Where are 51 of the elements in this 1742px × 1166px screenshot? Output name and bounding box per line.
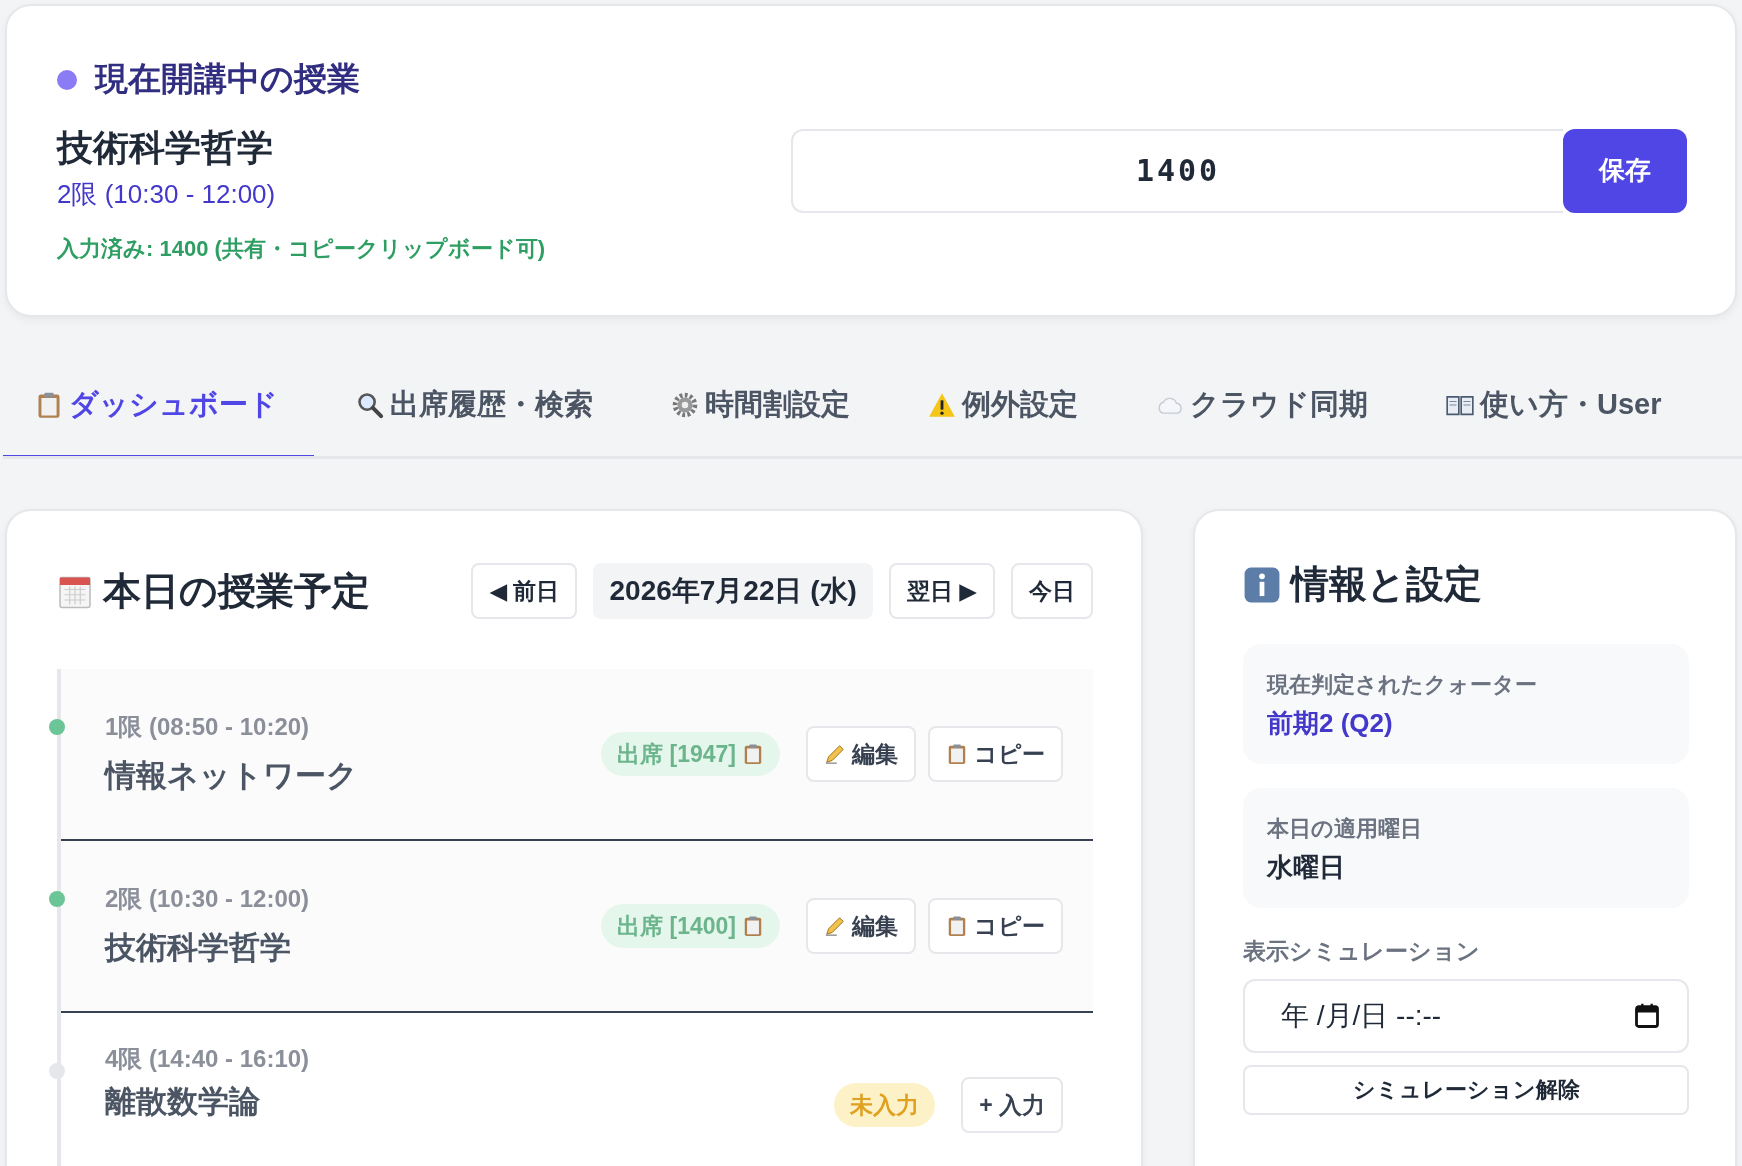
saved-note: 入力済み: 1400 (共有・コピークリップボード可) [57, 235, 546, 263]
clipboard-icon [742, 743, 764, 765]
class-period: 4限 (14:40 - 16:10) [105, 1044, 310, 1074]
section-title: 現在開講中の授業 [95, 59, 360, 99]
settings-icon [671, 391, 699, 419]
period-time: 2限 (10:30 - 12:00) [57, 178, 277, 211]
calendar-icon[interactable] [1633, 1002, 1661, 1030]
today-button[interactable]: 今日 [1011, 563, 1093, 619]
timeline-dot [49, 719, 65, 735]
warning-icon [928, 391, 956, 419]
class-name: 情報ネットワーク [105, 757, 358, 795]
class-period: 1限 (08:50 - 10:20) [105, 712, 311, 742]
clear-simulation-button[interactable]: シミュレーション解除 [1243, 1065, 1689, 1115]
edit-button[interactable]: 編集 [806, 726, 916, 782]
info-value: 水曜日 [1267, 851, 1346, 884]
timeline-dot [49, 891, 65, 907]
tab[interactable]: クラウド同期 [1124, 355, 1404, 456]
clipboard-icon [946, 915, 968, 937]
course-name: 技術科学哲学 [57, 126, 274, 170]
copy-button[interactable]: コピー [928, 726, 1063, 782]
tab[interactable]: 例外設定 [896, 355, 1114, 456]
info-icon [1243, 565, 1281, 604]
previous-day-button[interactable]: ◀ 前日 [471, 563, 578, 619]
next-day-button[interactable]: 翌日 ▶ [888, 563, 995, 619]
copy-button[interactable]: コピー [928, 898, 1063, 954]
class-name: 技術科学哲学 [105, 929, 292, 967]
field-label: 表示シミュレーション [1243, 937, 1481, 966]
input-button[interactable]: + 入力 [961, 1077, 1063, 1133]
status-text: 出席 [1400] [617, 911, 736, 941]
status-text: 出席 [1947] [617, 739, 736, 769]
save-button[interactable]: 保存 [1563, 128, 1687, 213]
tab[interactable]: 時間割設定 [639, 355, 886, 456]
card-title: 情報と設定 [1291, 562, 1482, 607]
class-period: 2限 (10:30 - 12:00) [105, 884, 310, 914]
status-dot [57, 69, 77, 90]
info-label: 本日の適用曜日 [1267, 815, 1423, 843]
code-input[interactable]: 1400 [791, 128, 1563, 213]
search-icon [356, 391, 384, 419]
date-time-field[interactable]: 年 /月/日 --:-- [1243, 979, 1689, 1053]
date-label: 2026年7月22日 (水) [593, 563, 873, 619]
info-value: 前期2 (Q2) [1267, 707, 1394, 740]
clipboard-icon [742, 915, 764, 937]
class-name: 離散数学論 [105, 1083, 261, 1121]
edit-button[interactable]: 編集 [806, 898, 916, 954]
status-badge: 未入力 [834, 1083, 936, 1127]
card-title: 本日の授業予定 [103, 568, 370, 614]
tab[interactable]: ダッシュボード [3, 355, 314, 456]
tab[interactable]: 出席履歴・検索 [324, 355, 629, 456]
clipboard-icon [946, 743, 968, 765]
info-label: 現在判定されたクォーター [1267, 671, 1538, 699]
tab[interactable]: 使い方・User [1414, 355, 1698, 456]
